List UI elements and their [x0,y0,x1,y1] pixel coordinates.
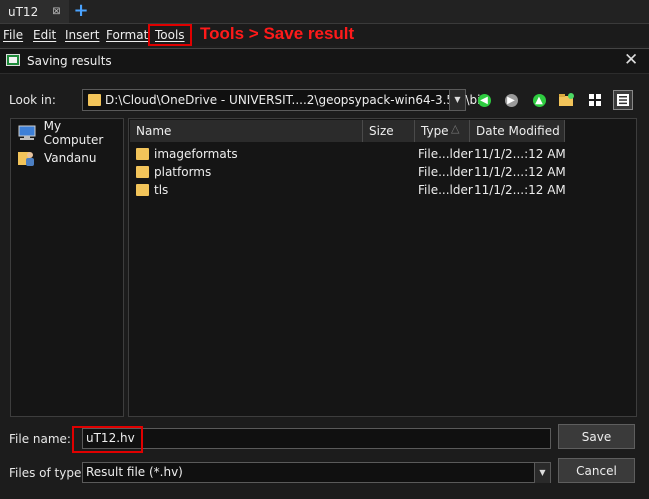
column-header-name[interactable]: Name [130,120,363,142]
dialog-titlebar: Saving results ✕ [0,49,649,74]
places-sidebar: My Computer Vandanu [10,118,124,417]
file-name: tls [154,183,169,197]
list-item[interactable]: tls File...lder 11/1/2...:12 AM [129,181,634,199]
file-type-label: Files of type: [9,466,86,480]
list-item[interactable]: imageformats File...lder 11/1/2...:12 AM [129,145,634,163]
look-in-label: Look in: [9,93,56,107]
file-date: 11/1/2...:12 AM [474,183,566,197]
file-name: platforms [154,165,212,179]
new-tab-icon[interactable]: + [72,1,90,21]
file-type-combo[interactable]: Result file (*.hv) ▼ [82,462,551,483]
sort-ascending-icon: △ [451,122,460,135]
detail-view-icon [617,94,629,106]
menu-insert[interactable]: Insert [65,28,99,42]
sidebar-item-label: My Computer [43,119,104,147]
file-type: File...lder [418,183,473,197]
tab-close-icon[interactable]: ⊠ [52,6,60,17]
folder-icon [136,166,149,178]
forward-button[interactable]: ▶ [501,90,521,110]
file-name: imageformats [154,147,238,161]
list-view-icon [589,94,601,106]
file-date: 11/1/2...:12 AM [474,165,566,179]
up-button[interactable]: ▲ [529,90,549,110]
chevron-down-icon[interactable]: ▼ [534,463,550,483]
back-arrow-icon: ◀ [477,93,491,107]
file-name-field[interactable]: uT12.hv [82,428,551,449]
tab-ut12[interactable]: uT12 ⊠ [0,0,69,23]
save-button[interactable]: Save [558,424,635,449]
file-type-value: Result file (*.hv) [86,465,183,479]
file-date: 11/1/2...:12 AM [474,147,566,161]
menu-format[interactable]: Format [106,28,148,42]
save-dialog: Saving results ✕ Look in: D:\Cloud\OneDr… [0,48,649,499]
chevron-down-icon[interactable]: ▼ [449,90,465,110]
look-in-combo[interactable]: D:\Cloud\OneDrive - UNIVERSIT....2\geops… [82,89,488,111]
dialog-app-icon [6,54,20,66]
annotation-text: Tools > Save result [200,24,355,43]
dialog-close-icon[interactable]: ✕ [624,50,638,70]
detail-view-button[interactable] [613,90,633,110]
new-folder-icon [559,93,574,106]
list-view-button[interactable] [585,90,605,110]
up-arrow-icon: ▲ [532,93,546,107]
sidebar-item-vandanu[interactable]: Vandanu [17,148,96,168]
column-header-size[interactable]: Size [363,120,415,142]
menu-edit[interactable]: Edit [33,28,56,42]
user-icon [18,152,34,166]
new-folder-button[interactable] [557,90,577,110]
look-in-path: D:\Cloud\OneDrive - UNIVERSIT....2\geops… [105,93,489,107]
tab-bar: uT12 ⊠ + [0,0,649,24]
sidebar-item-label: Vandanu [44,151,97,165]
menu-file[interactable]: File [3,28,23,42]
column-header-type[interactable]: Type △ [415,120,470,142]
folder-icon [136,148,149,160]
file-list[interactable]: Name Size Type △ Date Modified imageform… [128,118,637,417]
computer-icon [18,125,36,140]
file-name-highlight-box [72,426,143,453]
file-type: File...lder [418,165,473,179]
file-name-label: File name: [9,432,71,446]
tab-title: uT12 [8,4,39,19]
file-type: File...lder [418,147,473,161]
dialog-title: Saving results [27,54,112,68]
sidebar-item-my-computer[interactable]: My Computer [17,119,123,147]
list-item[interactable]: platforms File...lder 11/1/2...:12 AM [129,163,634,181]
folder-icon [136,184,149,196]
forward-arrow-icon: ▶ [504,93,518,107]
cancel-button[interactable]: Cancel [558,458,635,483]
back-button[interactable]: ◀ [474,90,494,110]
column-header-date-modified[interactable]: Date Modified [470,120,565,142]
tools-highlight-box [148,24,192,46]
folder-icon [88,94,101,106]
